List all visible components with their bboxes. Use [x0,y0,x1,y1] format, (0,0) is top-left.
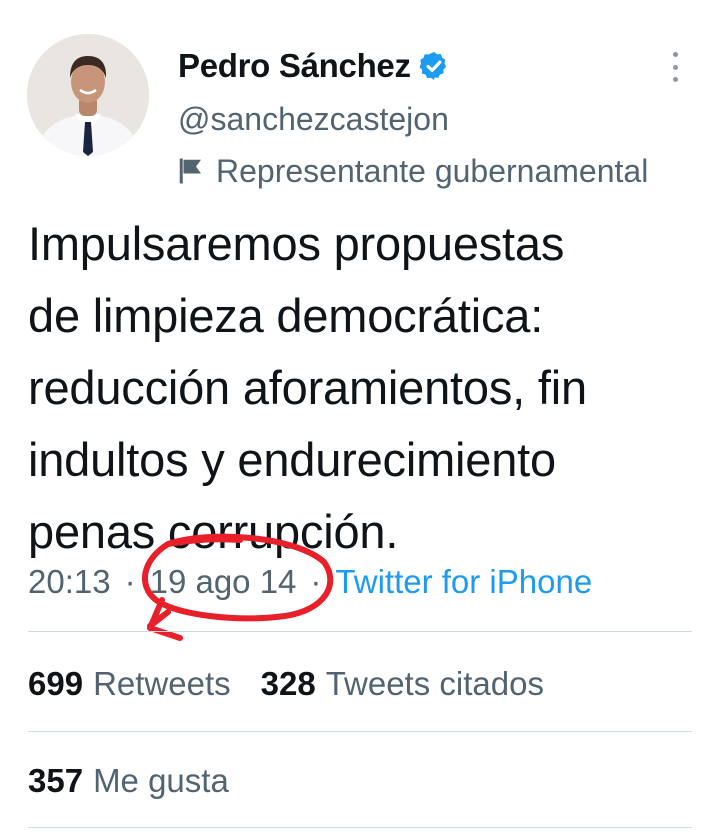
author-name-row: Pedro Sánchez [178,44,450,88]
likes-stat[interactable]: 357 Me gusta [28,762,229,800]
quotes-count: 328 [260,665,316,702]
likes-count: 357 [28,762,84,799]
likes-label: Me gusta [93,762,229,799]
divider [28,731,692,732]
verified-badge-icon [419,52,446,80]
quotes-stat[interactable]: 328 Tweets citados [261,665,544,703]
more-options-icon[interactable] [666,52,684,82]
annotation-tail [147,597,183,641]
author-handle[interactable]: @sanchezcastejon [178,101,449,138]
author-name[interactable]: Pedro Sánchez [178,47,411,85]
tweet-text: Impulsaremos propuestas de limpieza demo… [28,217,587,558]
divider [28,827,692,828]
retweets-stat[interactable]: 699 Retweets [28,665,231,703]
tweet-time[interactable]: 20:13 [28,563,111,601]
flag-icon [179,158,201,184]
account-label[interactable]: Representante gubernamental [176,150,648,192]
retweets-label: Retweets [93,665,231,702]
retweets-count: 699 [28,665,84,702]
engagement-stats: 699 Retweets 328 Tweets citados [28,662,574,706]
tweet-source-link[interactable]: Twitter for iPhone [335,563,592,601]
quotes-label: Tweets citados [325,665,544,702]
divider [28,631,692,632]
tweet-date[interactable]: 19 ago 14 [150,563,297,601]
likes-row: 357 Me gusta [28,759,259,803]
profile-photo [27,34,149,156]
meta-separator: · [310,563,322,600]
more-dot [672,64,678,70]
avatar[interactable] [27,34,149,156]
meta-separator: · [124,563,136,600]
more-dot [672,52,678,57]
account-label-text: Representante gubernamental [216,152,649,189]
more-dot [672,77,678,82]
tweet-meta: 20:13 · 19 ago 14 · Twitter for iPhone [28,560,592,604]
